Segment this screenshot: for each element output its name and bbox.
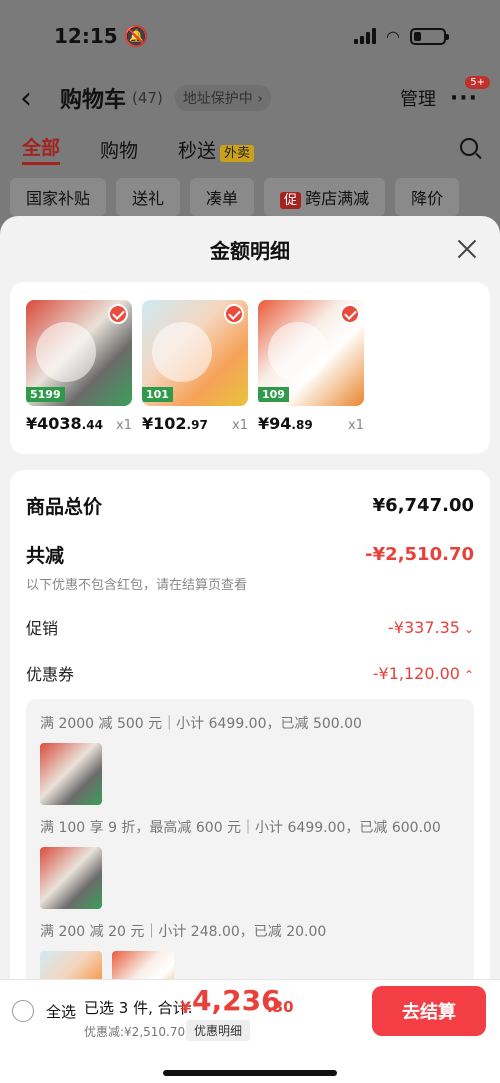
product-meta: ¥4038.44 x1: [26, 414, 132, 433]
product-meta: ¥94.89 x1: [258, 414, 364, 433]
promo-value: -¥337.35: [388, 617, 460, 637]
amount-detail-sheet: 金额明细 5199 ¥4038.44 x1 101 ¥102.97 x1 109…: [0, 216, 500, 1083]
product-price: ¥4038: [26, 414, 82, 433]
coupon-label: 优惠券: [26, 665, 75, 684]
battery-icon: [410, 27, 449, 45]
product-thumbnail: [40, 847, 102, 909]
cart-page-background: 12:15 🔕 ◠ ‹ 购物车 (47) 地址保护中 › 管理 ··· 5+ 全…: [0, 0, 500, 240]
filter-gift[interactable]: 送礼: [116, 178, 181, 216]
product-qty: x1: [232, 418, 248, 433]
status-icons: ◠: [354, 26, 449, 46]
time-text: 12:15: [54, 24, 118, 48]
checked-icon[interactable]: [108, 304, 128, 324]
tab-instant-label: 秒送: [178, 139, 217, 162]
filter-bundle[interactable]: 凑单: [190, 178, 255, 216]
product-thumbnail: [40, 743, 102, 805]
status-time: 12:15 🔕: [54, 24, 149, 48]
select-all-radio[interactable]: [12, 1000, 34, 1022]
address-protect-text: 地址保护中: [182, 91, 253, 107]
coupon-thumbnails: [40, 847, 460, 909]
search-icon[interactable]: [460, 138, 478, 156]
manage-button[interactable]: 管理: [400, 85, 436, 111]
category-tabs: 全部 购物 秒送 外卖: [0, 124, 500, 174]
page-title: 购物车: [60, 88, 127, 113]
filter-cross-store[interactable]: 促跨店满减: [264, 178, 386, 216]
checkout-button[interactable]: 去结算: [372, 986, 486, 1036]
reduce-label: 共减: [26, 545, 65, 567]
coupon-detail-box: 满 2000 减 500 元｜小计 6499.00，已减 500.00 满 10…: [26, 699, 474, 1019]
cart-header: ‹ 购物车 (47) 地址保护中 › 管理 ··· 5+: [0, 72, 500, 124]
home-indicator: [163, 1070, 337, 1076]
takeaway-tag: 外卖: [220, 144, 255, 162]
product-price-decimal: .89: [291, 418, 313, 432]
sheet-title: 金额明细: [0, 216, 500, 282]
sheet-title-text: 金额明细: [210, 238, 290, 263]
reduce-value: -¥2,510.70: [365, 544, 474, 565]
select-all-label[interactable]: 全选: [46, 1001, 76, 1022]
status-bar: 12:15 🔕 ◠: [0, 0, 500, 72]
product-price-decimal: .97: [186, 418, 208, 432]
image-price-tag: 5199: [26, 387, 65, 402]
battery-fill: [414, 31, 421, 41]
discount-summary: 优惠减:¥2,510.70: [84, 1025, 186, 1039]
product-meta: ¥102.97 x1: [142, 414, 248, 433]
filter-national-subsidy[interactable]: 国家补贴: [10, 178, 107, 216]
checked-icon[interactable]: [224, 304, 244, 324]
product-qty: x1: [116, 418, 132, 433]
close-icon[interactable]: [456, 238, 478, 260]
promo-row[interactable]: 促销 -¥337.35 ⌄: [26, 615, 474, 639]
product-item[interactable]: 109 ¥94.89 x1: [258, 300, 364, 436]
coupon-thumbnails: [40, 743, 460, 805]
reduce-hint: 以下优惠不包含红包，请在结算页查看: [26, 578, 248, 593]
product-price-decimal: .44: [81, 418, 103, 432]
tab-all[interactable]: 全部: [22, 133, 61, 165]
selected-count: 已选 3 件, 合计:: [84, 999, 193, 1017]
product-qty: x1: [348, 418, 364, 433]
checkout-bar: 全选 已选 3 件, 合计: ¥ 4,236 .30 优惠减:¥2,510.70…: [0, 979, 500, 1083]
more-icon[interactable]: ···: [450, 86, 478, 111]
total-row: 商品总价 ¥6,747.00: [26, 492, 474, 519]
total-value: ¥6,747.00: [372, 495, 474, 516]
promo-tag: 促: [280, 192, 302, 209]
selected-products: 5199 ¥4038.44 x1 101 ¥102.97 x1 109 ¥94.…: [10, 282, 490, 454]
product-item[interactable]: 5199 ¥4038.44 x1: [26, 300, 132, 436]
coupon-rule: 满 100 享 9 折，最高减 600 元｜小计 6499.00，已减 600.…: [40, 820, 441, 836]
tab-instant[interactable]: 秒送 外卖: [178, 136, 255, 163]
image-price-tag: 109: [258, 387, 289, 402]
reduce-row: 共减 -¥2,510.70: [26, 541, 474, 568]
product-image-deco: [36, 322, 96, 382]
filter-price-drop[interactable]: 降价: [395, 178, 460, 216]
product-image: 109: [258, 300, 364, 406]
coupon-rule: 满 2000 减 500 元｜小计 6499.00，已减 500.00: [40, 716, 362, 732]
address-protect-badge[interactable]: 地址保护中 ›: [174, 85, 271, 111]
promo-label: 促销: [26, 619, 59, 638]
tab-shopping[interactable]: 购物: [100, 136, 138, 163]
coupon-value: -¥1,120.00: [372, 663, 460, 683]
cart-count: (47): [132, 89, 163, 107]
product-image-deco: [268, 322, 328, 382]
mute-bell-icon: 🔕: [123, 24, 149, 48]
product-image: 5199: [26, 300, 132, 406]
filter-row: 国家补贴 送礼 凑单 促跨店满减 降价: [0, 174, 500, 220]
total-label: 商品总价: [26, 496, 103, 518]
chevron-up-icon: ⌃: [463, 667, 474, 682]
image-price-tag: 101: [142, 387, 173, 402]
back-icon[interactable]: ‹: [20, 81, 50, 116]
filter-cross-store-label: 跨店满减: [305, 189, 370, 208]
product-image-deco: [152, 322, 212, 382]
currency-symbol: ¥: [180, 998, 192, 1017]
coupon-row[interactable]: 优惠券 -¥1,120.00 ⌃: [26, 661, 474, 685]
wifi-icon: ◠: [386, 26, 400, 46]
coupon-rule: 满 200 减 20 元｜小计 248.00，已减 20.00: [40, 924, 327, 940]
product-item[interactable]: 101 ¥102.97 x1: [142, 300, 248, 436]
product-price: ¥94: [258, 414, 292, 433]
product-image: 101: [142, 300, 248, 406]
discount-detail-button[interactable]: 优惠明细: [186, 1020, 251, 1041]
chevron-down-icon: ⌄: [463, 621, 474, 636]
product-price: ¥102: [142, 414, 187, 433]
checked-icon[interactable]: [340, 304, 360, 324]
signal-icon: [354, 28, 377, 44]
message-badge: 5+: [465, 76, 490, 89]
total-amount-decimal: .30: [267, 998, 294, 1016]
